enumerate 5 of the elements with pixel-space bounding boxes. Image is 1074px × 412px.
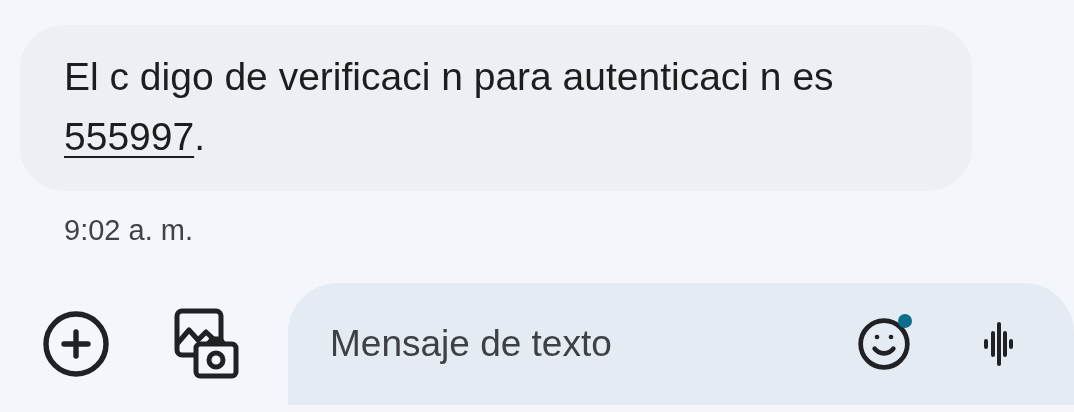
message-field[interactable]: Mensaje de texto (288, 282, 1074, 405)
message-input[interactable]: Mensaje de texto (330, 315, 854, 372)
message-time: 9:02 a. m. (64, 214, 193, 246)
code-link[interactable]: 555997 (64, 115, 195, 158)
message-text: El c digo de verificaci n para autenticaci n es 555997. (64, 54, 835, 160)
